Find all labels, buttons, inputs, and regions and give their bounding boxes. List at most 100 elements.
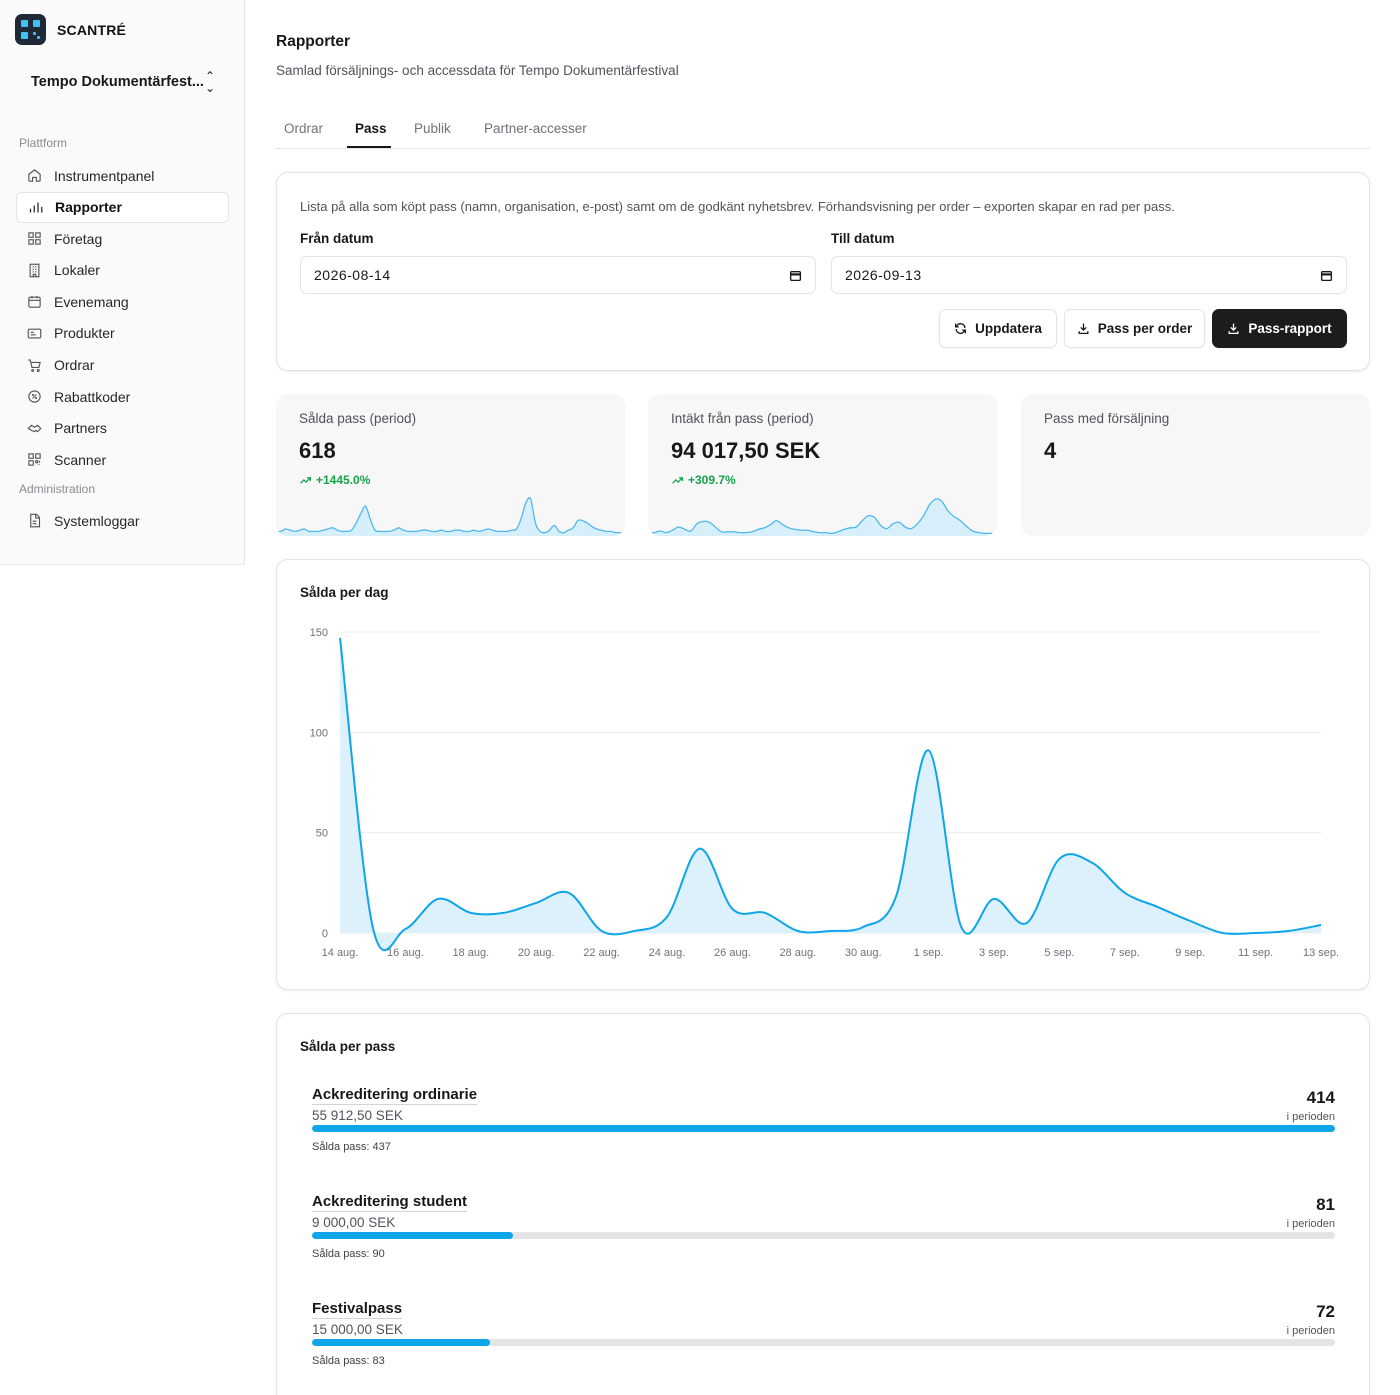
x-tick-label: 9 sep.: [1175, 947, 1205, 959]
pass-name[interactable]: Ackreditering ordinarie: [312, 1086, 478, 1105]
refresh-button[interactable]: Uppdatera: [939, 309, 1057, 348]
grid-icon: [28, 232, 41, 245]
daily-sales-chart-card: Sålda per dag 0 50 100 150 14 aug. 16 aug. 18 …: [276, 559, 1370, 990]
download-icon: [1228, 323, 1239, 335]
pass-progress-bar: [312, 1232, 1335, 1239]
ticket-icon: [27, 328, 42, 339]
stat-card-passes-with-sales: Pass med försäljning 4: [1021, 394, 1370, 536]
sidebar-item-scanner[interactable]: Scanner: [16, 444, 229, 475]
x-tick-label: 3 sep.: [979, 947, 1009, 959]
sidebar-item-lokaler[interactable]: Lokaler: [16, 255, 229, 286]
sidebar-item-produkter[interactable]: Produkter: [16, 318, 229, 349]
sidebar-admin-nav: Systemloggar: [16, 505, 229, 537]
sidebar-item-label: Rabattkoder: [54, 388, 131, 405]
pass-per-order-button[interactable]: Pass per order: [1064, 309, 1205, 348]
pass-per-order-label: Pass per order: [1097, 321, 1193, 336]
pass-report-button[interactable]: Pass-rapport: [1212, 309, 1347, 348]
to-date-input[interactable]: 2026-09-13: [831, 256, 1347, 294]
sidebar-item-label: Lokaler: [54, 262, 100, 279]
page-title: Rapporter: [276, 33, 351, 50]
series-line: [339, 637, 1322, 952]
stat-value: 4: [1044, 438, 1057, 463]
to-date-value: 2026-09-13: [845, 267, 922, 283]
stat-trend: +1445.0%: [299, 473, 370, 487]
active-tab-indicator: [347, 146, 391, 148]
sidebar-item-label: Rapporter: [55, 199, 122, 216]
organization-name: Tempo Dokumentärfest...: [31, 74, 204, 90]
series-area: [340, 638, 1321, 951]
sidebar-item-label: Ordrar: [54, 357, 95, 374]
y-tick-label: 50: [316, 828, 328, 840]
pass-name[interactable]: Ackreditering student: [312, 1193, 468, 1212]
download-icon: [1078, 323, 1089, 335]
sidebar-item-systemloggar[interactable]: Systemloggar: [16, 505, 229, 536]
pass-total: Sålda pass: 90: [312, 1248, 385, 1260]
handshake-icon: [27, 424, 42, 433]
pass-progress-fill: [312, 1125, 1335, 1132]
calendar-icon[interactable]: [789, 269, 802, 282]
pass-row: Festivalpass 15 000,00 SEK 72 i perioden…: [312, 1300, 1335, 1395]
organization-selector[interactable]: Tempo Dokumentärfest... ⌃ ⌄: [31, 70, 215, 94]
stat-label: Pass med försäljning: [1044, 411, 1170, 426]
x-tick-label: 13 sep.: [1303, 947, 1339, 959]
tab-ordrar[interactable]: Ordrar: [284, 121, 323, 136]
pass-report-label: Pass-rapport: [1248, 321, 1332, 336]
calendar-icon: [28, 296, 41, 309]
tab-publik[interactable]: Publik: [414, 121, 451, 136]
sidebar-item-label: Scanner: [54, 451, 107, 468]
pass-progress-fill: [312, 1339, 490, 1346]
home-icon: [28, 169, 41, 182]
x-tick-label: 5 sep.: [1044, 947, 1074, 959]
stat-card-sold-passes: Sålda pass (period) 618 +1445.0%: [276, 394, 625, 536]
sparkline-pass-revenue: [648, 498, 997, 536]
tab-pass[interactable]: Pass: [355, 121, 387, 136]
pass-count-sub: i perioden: [1286, 1218, 1335, 1230]
sidebar-item-ordrar[interactable]: Ordrar: [16, 350, 229, 381]
badge-percent-icon: [28, 390, 41, 403]
trending-up-icon: [300, 476, 312, 484]
y-tick-label: 0: [322, 928, 328, 940]
x-tick-label: 26 aug.: [714, 947, 751, 959]
x-tick-label: 16 aug.: [387, 947, 424, 959]
stat-card-pass-revenue: Intäkt från pass (period) 94 017,50 SEK …: [648, 394, 997, 536]
sidebar-item-instrumentpanel[interactable]: Instrumentpanel: [16, 160, 229, 191]
pass-name[interactable]: Festivalpass: [312, 1300, 403, 1319]
file-icon: [30, 513, 41, 528]
x-tick-label: 14 aug.: [322, 947, 359, 959]
sparkline-sold-passes: [276, 497, 625, 536]
sidebar-item-rabattkoder[interactable]: Rabattkoder: [16, 381, 229, 412]
sidebar: SCANTRÉ Tempo Dokumentärfest... ⌃ ⌄ Platt…: [0, 0, 245, 565]
pass-count: 81: [1316, 1195, 1335, 1214]
stat-value: 94 017,50 SEK: [671, 438, 821, 463]
pass-count: 414: [1306, 1088, 1335, 1107]
sparkline-area: [276, 497, 625, 536]
x-tick-label: 30 aug.: [845, 947, 882, 959]
calendar-icon[interactable]: [1320, 269, 1333, 282]
sidebar-item-label: Partners: [54, 420, 107, 437]
from-date-label: Från datum: [300, 231, 374, 246]
sidebar-item-label: Produkter: [54, 325, 115, 342]
pass-total: Sålda pass: 437: [312, 1141, 391, 1153]
pass-revenue: 9 000,00 SEK: [312, 1215, 396, 1230]
y-tick-label: 150: [310, 627, 328, 639]
pass-row: Ackreditering student 9 000,00 SEK 81 i …: [312, 1193, 1335, 1293]
tab-partner-accesser[interactable]: Partner-accesser: [484, 121, 587, 136]
sidebar-item-evenemang[interactable]: Evenemang: [16, 286, 229, 317]
sidebar-item-partners[interactable]: Partners: [16, 413, 229, 444]
stat-value: 618: [299, 438, 336, 463]
daily-sales-chart: 0 50 100 150 14 aug. 16 aug. 18 aug. 20 aug. 22 …: [310, 627, 1339, 959]
section-label-administration: Administration: [19, 482, 96, 496]
from-date-value: 2026-08-14: [314, 267, 391, 283]
sidebar-item-foretag[interactable]: Företag: [16, 223, 229, 254]
pass-progress-bar: [312, 1339, 1335, 1346]
pass-list-title: Sålda per pass: [300, 1039, 396, 1054]
x-tick-label: 28 aug.: [779, 947, 816, 959]
sidebar-nav: Instrumentpanel Rapporter Företag Lokale…: [16, 160, 229, 476]
sidebar-item-rapporter[interactable]: Rapporter: [16, 191, 229, 223]
pass-row: Ackreditering ordinarie 55 912,50 SEK 41…: [312, 1086, 1335, 1186]
sidebar-item-label: Systemloggar: [54, 512, 140, 529]
brand[interactable]: SCANTRÉ: [15, 14, 126, 45]
from-date-input[interactable]: 2026-08-14: [300, 256, 816, 294]
qr-code-icon: [28, 453, 41, 467]
stat-trend-value: +1445.0%: [316, 473, 371, 487]
